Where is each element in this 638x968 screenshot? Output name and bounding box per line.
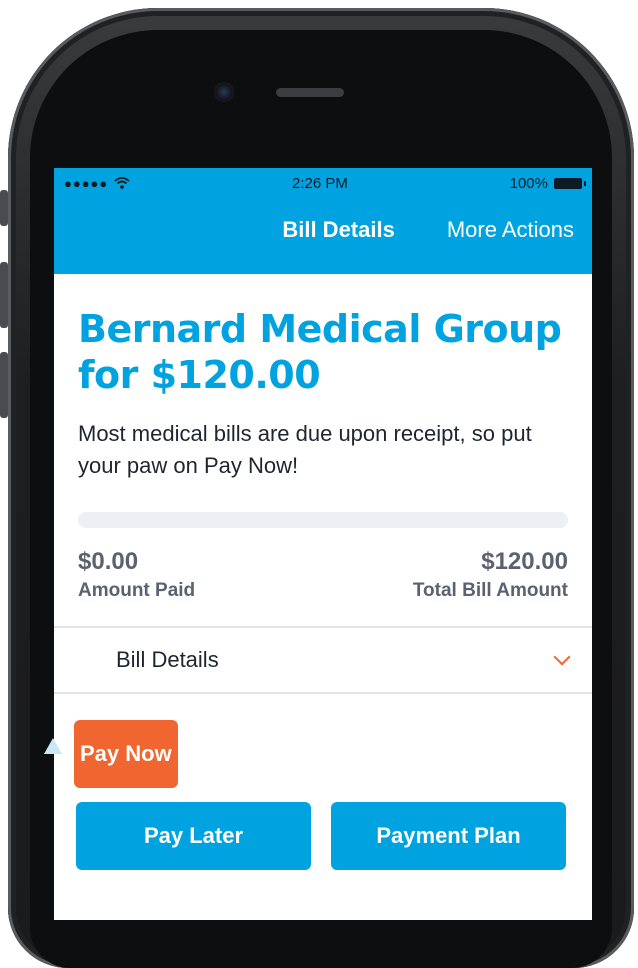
mute-switch [0, 190, 8, 226]
pay-later-button[interactable]: Pay Later [76, 802, 311, 870]
amount-paid-label: Amount Paid [78, 580, 196, 601]
bill-summary: Bernard Medical Group for $120.00 Most m… [54, 306, 592, 602]
divider [54, 692, 592, 694]
bill-title: Bernard Medical Group for $120.00 [78, 306, 568, 398]
total-bill-label: Total Bill Amount [412, 580, 568, 601]
signal-indicator: ●●●●● [64, 176, 130, 191]
front-camera [214, 82, 234, 102]
bill-title-provider: Bernard Medical Group [78, 307, 562, 351]
phone-screen: ●●●●● 2:26 PM 100% Bill Details More Act… [54, 168, 592, 920]
total-bill-amount: $120.00 Total Bill Amount [413, 548, 568, 602]
payment-progress-bar [78, 512, 568, 528]
volume-down-button [0, 352, 8, 418]
pay-now-button[interactable]: Pay Now [74, 720, 178, 788]
tab-more-actions[interactable]: More Actions [447, 217, 574, 243]
wifi-icon [114, 177, 130, 189]
amount-paid-value: $0.00 [78, 548, 139, 575]
amounts-row: $0.00 Amount Paid $120.00 Total Bill Amo… [78, 548, 568, 602]
total-bill-value: $120.00 [481, 548, 568, 575]
battery-indicator: 100% [509, 174, 586, 192]
tab-bill-details[interactable]: Bill Details [282, 217, 394, 243]
bill-title-amount: for $120.00 [78, 353, 321, 397]
bill-description: Most medical bills are due upon receipt,… [78, 421, 532, 478]
bill-details-label: Bill Details [116, 647, 219, 672]
earpiece-speaker [276, 88, 344, 97]
amount-paid: $0.00 Amount Paid [78, 548, 195, 602]
signal-dots: ●●●●● [64, 175, 109, 191]
bill-details-expander[interactable]: Bill Details [54, 628, 592, 692]
payment-plan-button[interactable]: Payment Plan [331, 802, 566, 870]
battery-icon [553, 177, 586, 189]
droplet-icon [44, 738, 62, 754]
top-nav: Bill Details More Actions [54, 198, 592, 274]
secondary-actions: Pay Later Payment Plan [76, 802, 566, 870]
volume-up-button [0, 262, 8, 328]
status-bar: ●●●●● 2:26 PM 100% [54, 168, 592, 198]
battery-percent: 100% [509, 174, 548, 192]
status-time: 2:26 PM [292, 174, 348, 192]
chevron-down-icon[interactable] [553, 648, 571, 666]
